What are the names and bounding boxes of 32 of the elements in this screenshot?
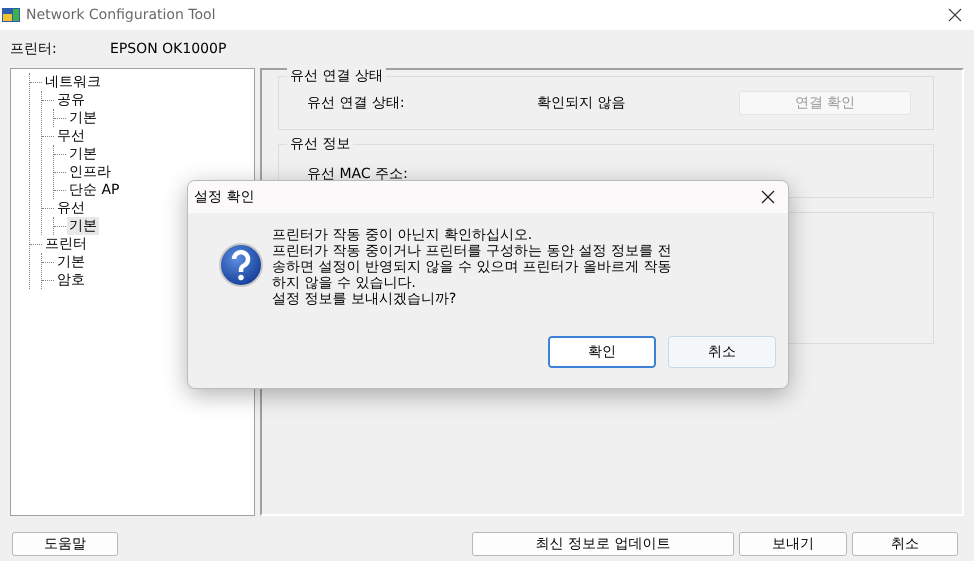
footer-button[interactable]: 최신 정보로 업데이트 [472,532,734,556]
printer-name: EPSON OK1000P [110,41,226,57]
help-button[interactable]: 도움말 [12,532,118,556]
tree-item[interactable]: 기본 [67,109,99,127]
tree-item[interactable]: 네트워크 [43,73,103,91]
tree-item[interactable]: 암호 [55,271,87,289]
dialog-message: 프린터가 작동 중이 아닌지 확인하십시오. 프린터가 작동 중이거나 프린터를 구성하는 동안 설정 정보를 전 송하면 설정이 반영되지 않을 수 있으며 프린터가 올바르게 작동 하지 않을 수 있습니다. 설정 정보를 보내시겠습니까? [272,227,672,307]
tree-item[interactable]: 기본 [67,145,99,163]
tree-item[interactable]: 인프라 [67,163,113,181]
dialog-button[interactable]: 확인 [548,336,656,368]
tree-item[interactable]: 단순 AP [67,181,122,199]
field-label: 유선 연결 상태: [307,94,406,112]
question-icon [218,242,264,288]
footer-button[interactable]: 보내기 [739,532,847,556]
group-title: 유선 정보 [287,135,354,153]
dialog-title: 설정 확인 [194,188,256,206]
tree-item[interactable]: 기본 [67,217,99,235]
field-value: 확인되지 않음 [537,94,626,112]
tree-item[interactable]: 무선 [55,127,87,145]
tree-item[interactable]: 유선 [55,199,87,217]
tree-item[interactable]: 공유 [55,91,87,109]
close-icon[interactable] [946,6,964,24]
footer-button[interactable]: 취소 [852,532,958,556]
printer-label: 프린터: [10,40,58,58]
close-icon[interactable] [760,189,776,205]
group-title: 유선 연결 상태 [287,67,386,85]
dialog-button[interactable]: 취소 [668,336,776,368]
window-title: Network Configuration Tool [26,7,216,23]
tree-item[interactable]: 기본 [55,253,87,271]
tree-item[interactable]: 프린터 [43,235,89,253]
app-icon [2,6,20,24]
field-label: 유선 MAC 주소: [307,165,409,183]
